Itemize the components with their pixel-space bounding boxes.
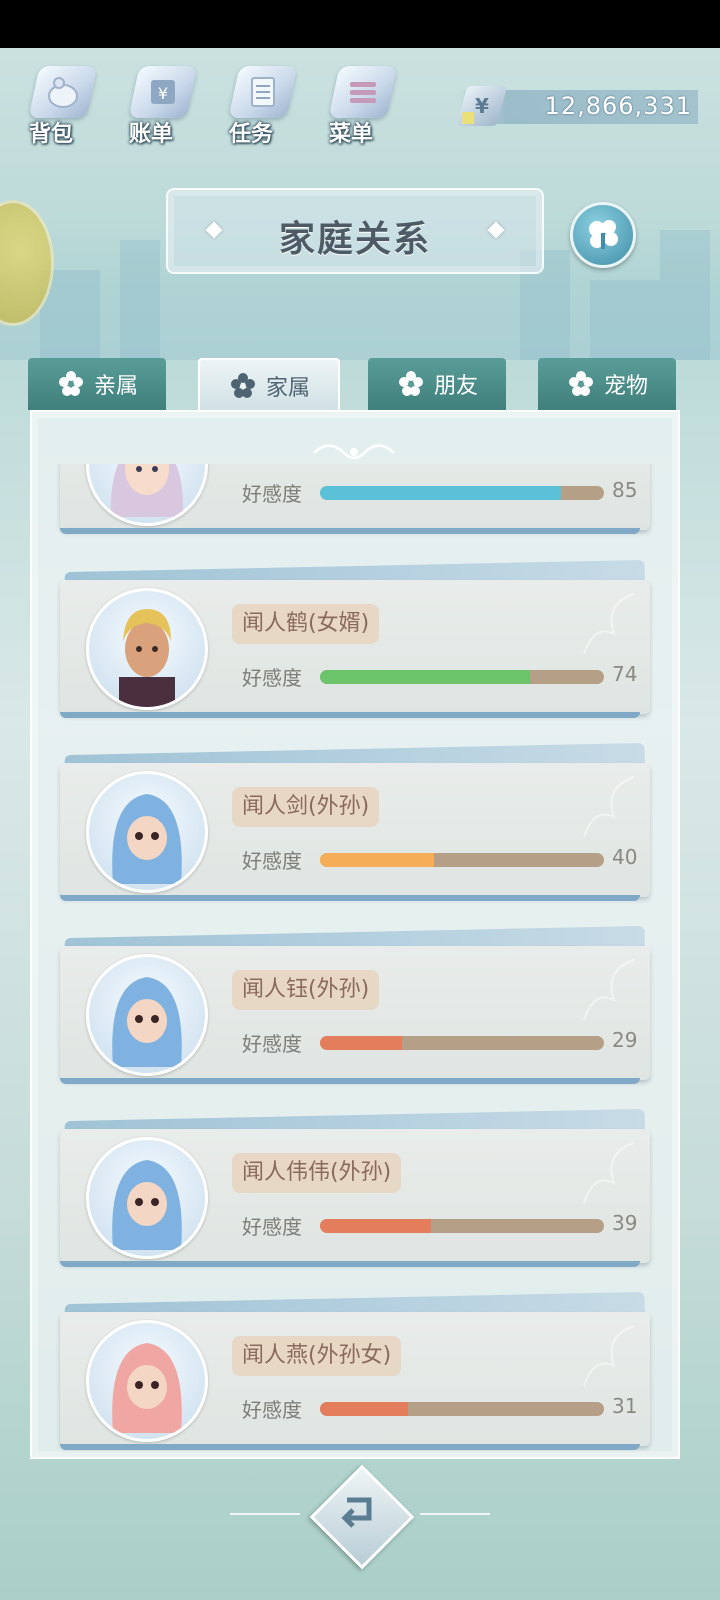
list-item[interactable]: 闻人剑(外孙) 好感度 40: [56, 742, 650, 901]
tab-relatives[interactable]: 亲属: [28, 358, 166, 410]
female-lavender-hair-avatar: [86, 464, 208, 526]
affection-label: 好感度: [242, 849, 302, 873]
flower-icon: [568, 371, 593, 396]
family-member-list[interactable]: 好感度 85 闻人鹤(女婿) 好感度 74 闻人剑(外孙) 好感度 40 闻人钰…: [32, 464, 678, 1457]
relation-tabs: 亲属 家属 朋友 宠物: [28, 358, 676, 412]
affection-label: 好感度: [242, 482, 302, 506]
member-name: 闻人鹤(女婿): [232, 604, 380, 644]
affection-bar-fill: [320, 670, 531, 684]
flower-icon: [230, 373, 255, 398]
status-bar: [0, 0, 720, 48]
flower-icon: [398, 371, 423, 396]
return-arrow-icon: [341, 1497, 372, 1528]
top-menu: 背包 ¥ 账单 任务 菜单: [20, 60, 400, 150]
floral-deco-icon: [583, 1325, 635, 1387]
menu-button[interactable]: 菜单: [320, 60, 400, 150]
backpack-button[interactable]: 背包: [20, 60, 100, 150]
back-button[interactable]: [309, 1464, 415, 1570]
affection-label: 好感度: [242, 1032, 302, 1056]
list-item[interactable]: 闻人钰(外孙) 好感度 29: [56, 925, 650, 1084]
affection-bar-fill: [320, 486, 562, 500]
bill-label: 账单: [128, 122, 173, 147]
tab-family[interactable]: 家属: [198, 358, 340, 412]
menu-icon: [328, 66, 398, 118]
family-tree-button[interactable]: [570, 202, 636, 268]
flower-icon: [58, 371, 83, 396]
list-item[interactable]: 好感度 85: [56, 464, 650, 534]
backpack-label: 背包: [28, 122, 73, 147]
floral-deco-icon: [583, 593, 635, 655]
member-name: 闻人燕(外孙女): [232, 1336, 402, 1376]
bill-icon: ¥: [128, 66, 198, 118]
blue-hood-baby-avatar: [86, 954, 208, 1076]
blond-man-avatar: [86, 588, 208, 710]
floral-deco-icon: [583, 776, 635, 838]
affection-value: 85: [612, 478, 638, 502]
pink-hood-baby-avatar: [86, 1320, 208, 1442]
tab-friends[interactable]: 朋友: [368, 358, 506, 410]
blue-hood-baby-avatar: [86, 771, 208, 893]
family-list-panel: 好感度 85 闻人鹤(女婿) 好感度 74 闻人剑(外孙) 好感度 40 闻人钰…: [30, 410, 680, 1459]
divider-line: [230, 1513, 300, 1515]
backpack-icon: [28, 66, 98, 118]
tab-label: 家属: [265, 376, 310, 401]
affection-bar-fill: [320, 1219, 431, 1233]
member-name: 闻人钰(外孙): [232, 970, 380, 1010]
list-item[interactable]: 闻人燕(外孙女) 好感度 31: [56, 1291, 650, 1450]
affection-bar-fill: [320, 1036, 403, 1050]
member-name: 闻人剑(外孙): [232, 787, 380, 827]
tab-label: 宠物: [603, 374, 648, 399]
floral-deco-icon: [583, 1142, 635, 1204]
member-name: 闻人伟伟(外孙): [232, 1153, 402, 1193]
affection-bar: [320, 486, 604, 500]
affection-label: 好感度: [242, 1398, 302, 1422]
tab-label: 朋友: [433, 374, 478, 399]
floral-deco-icon: [583, 959, 635, 1021]
page-title: 家庭关系: [278, 219, 431, 260]
affection-label: 好感度: [242, 1215, 302, 1239]
menu-label: 菜单: [328, 122, 373, 147]
blue-hood-baby-avatar: [86, 1137, 208, 1259]
task-button[interactable]: 任务: [220, 60, 300, 150]
svg-text:¥: ¥: [158, 84, 168, 103]
affection-label: 好感度: [242, 666, 302, 690]
money-chip: [462, 112, 474, 124]
page-title-box: 家庭关系: [166, 188, 544, 274]
divider-line: [420, 1513, 490, 1515]
list-item[interactable]: 闻人鹤(女婿) 好感度 74: [56, 559, 650, 718]
task-label: 任务: [228, 122, 273, 147]
affection-bar-fill: [320, 1402, 409, 1416]
list-item[interactable]: 闻人伟伟(外孙) 好感度 39: [56, 1108, 650, 1267]
tab-pets[interactable]: 宠物: [538, 358, 676, 410]
tab-label: 亲属: [93, 374, 138, 399]
bill-button[interactable]: ¥ 账单: [120, 60, 200, 150]
affection-bar-fill: [320, 853, 434, 867]
task-icon: [228, 66, 298, 118]
money-value: 12,866,331: [544, 92, 692, 120]
family-tree-icon: [589, 220, 618, 249]
